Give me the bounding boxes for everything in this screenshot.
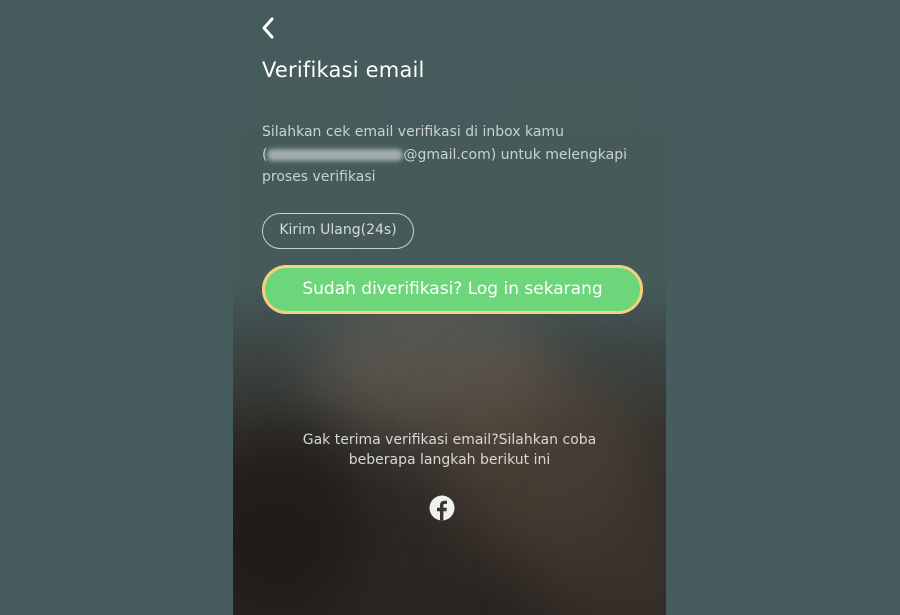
chevron-left-icon xyxy=(262,17,274,39)
redacted-email xyxy=(267,148,404,161)
email-domain-text: @gmail.com) untuk melengkapi xyxy=(403,146,628,163)
help-text-line-2: beberapa langkah berikut ini xyxy=(348,452,551,468)
resend-button[interactable]: Kirim Ulang(24s) xyxy=(262,213,414,249)
help-text: Gak terima verifikasi email?Silahkan cob… xyxy=(249,430,650,470)
description-line-1: Silahkan cek email verifikasi di inbox k… xyxy=(262,124,564,140)
phone-screen: Verifikasi email Silahkan cek email veri… xyxy=(233,0,666,615)
screenshot-stage: Verifikasi email Silahkan cek email veri… xyxy=(0,0,900,615)
verification-description: Silahkan cek email verifikasi di inbox k… xyxy=(262,121,652,189)
description-line-3: proses verifikasi xyxy=(262,169,376,185)
help-text-line-1: Gak terima verifikasi email?Silahkan cob… xyxy=(302,432,597,448)
back-button[interactable] xyxy=(255,14,283,42)
login-now-button[interactable]: Sudah diverifikasi? Log in sekarang xyxy=(262,265,643,314)
facebook-icon xyxy=(429,495,455,521)
description-line-2: (@gmail.com) untuk melengkapi xyxy=(262,144,652,167)
page-title: Verifikasi email xyxy=(262,58,425,82)
facebook-help-button[interactable] xyxy=(429,495,455,521)
